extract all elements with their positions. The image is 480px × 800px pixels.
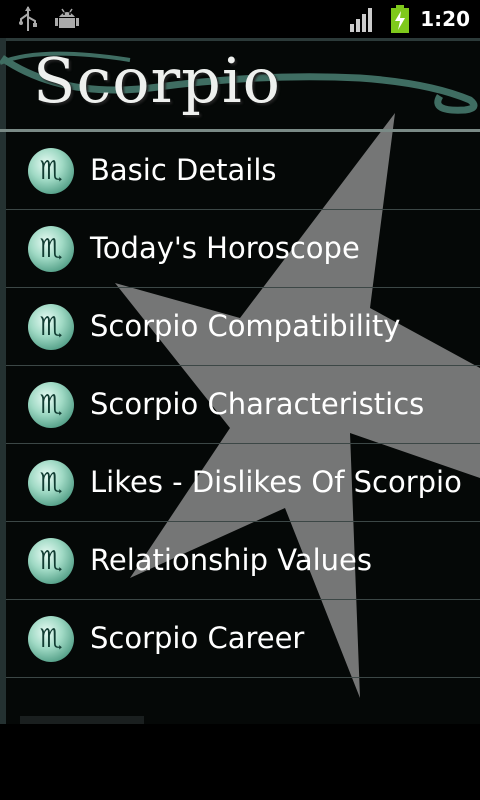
app-header: Scorpio: [0, 38, 480, 132]
menu-item-career[interactable]: ♏ Scorpio Career: [6, 600, 480, 678]
menu-item-label: Likes - Dislikes Of Scorpio: [90, 465, 462, 499]
usb-icon: [19, 6, 37, 31]
scorpio-glyph-icon: ♏: [28, 538, 74, 584]
scorpio-glyph-icon: ♏: [28, 304, 74, 350]
menu-item-label: Scorpio Career: [90, 621, 305, 655]
signal-icon: [350, 8, 372, 32]
menu-item-label: Scorpio Compatibility: [90, 309, 401, 343]
menu-item-label: Today's Horoscope: [90, 231, 360, 265]
app-window: Scorpio ♏ Basic Details ♏ Today's Horosc…: [0, 38, 480, 724]
scorpio-glyph-icon: ♏: [28, 226, 74, 272]
status-time: 1:20: [420, 7, 470, 31]
menu-item-compatibility[interactable]: ♏ Scorpio Compatibility: [6, 288, 480, 366]
page-title: Scorpio: [33, 44, 282, 117]
menu-item-todays-horoscope[interactable]: ♏ Today's Horoscope: [6, 210, 480, 288]
menu-item-label: Relationship Values: [90, 543, 372, 577]
battery-charging-icon: [391, 5, 409, 33]
menu-item-relationship-values[interactable]: ♏ Relationship Values: [6, 522, 480, 600]
android-debug-icon: [55, 8, 79, 28]
scorpio-glyph-icon: ♏: [28, 616, 74, 662]
scroll-indicator: [20, 716, 144, 724]
menu-item-likes-dislikes[interactable]: ♏ Likes - Dislikes Of Scorpio: [6, 444, 480, 522]
menu-item-basic-details[interactable]: ♏ Basic Details: [6, 132, 480, 210]
scorpio-glyph-icon: ♏: [28, 148, 74, 194]
menu-item-characteristics[interactable]: ♏ Scorpio Characteristics: [6, 366, 480, 444]
menu-item-label: Basic Details: [90, 153, 277, 187]
scorpio-glyph-icon: ♏: [28, 460, 74, 506]
menu-list: ♏ Basic Details ♏ Today's Horoscope ♏ Sc…: [6, 132, 480, 678]
status-bar: 1:20: [0, 0, 480, 38]
menu-item-label: Scorpio Characteristics: [90, 387, 425, 421]
scorpio-glyph-icon: ♏: [28, 382, 74, 428]
